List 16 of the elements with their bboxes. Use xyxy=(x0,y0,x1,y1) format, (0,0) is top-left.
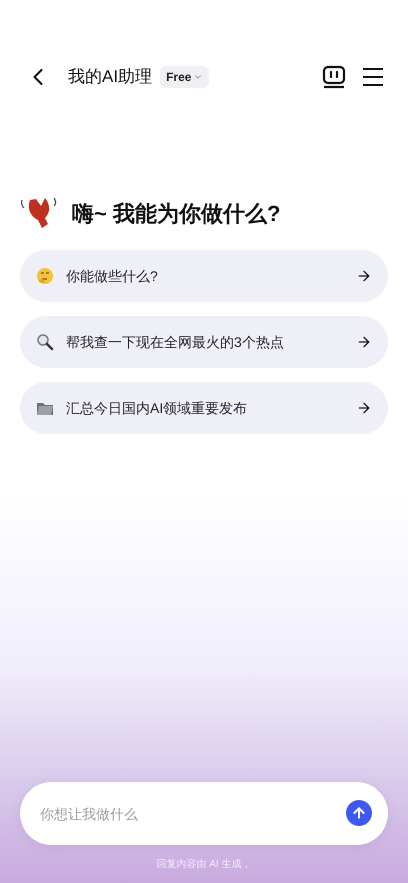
page-title: 我的AI助理 xyxy=(68,66,152,88)
message-field[interactable]: 你想让我做什么 xyxy=(20,782,388,845)
menu-icon[interactable] xyxy=(362,67,384,87)
arrow-icon xyxy=(356,334,372,350)
folder-icon xyxy=(36,400,54,416)
magnifier-icon xyxy=(36,333,54,351)
suggestion-chip[interactable]: 帮我查一下现在全网最火的3个热点 xyxy=(20,316,388,368)
disclaimer-text: 回复内容由 AI 生成， xyxy=(156,858,252,872)
suggestion-chip[interactable]: 汇总今日国内AI领域重要发布 xyxy=(20,382,388,434)
thinking-face-icon xyxy=(36,267,54,285)
greeting-heading: 嗨~ 我能为你做什么? xyxy=(72,200,280,228)
arrow-icon xyxy=(356,268,372,284)
plan-badge[interactable]: Free xyxy=(160,66,210,88)
arrow-icon xyxy=(356,400,372,416)
suggestion-chip[interactable]: 你能做些什么? xyxy=(20,250,388,302)
robot-face-icon[interactable] xyxy=(322,65,346,89)
